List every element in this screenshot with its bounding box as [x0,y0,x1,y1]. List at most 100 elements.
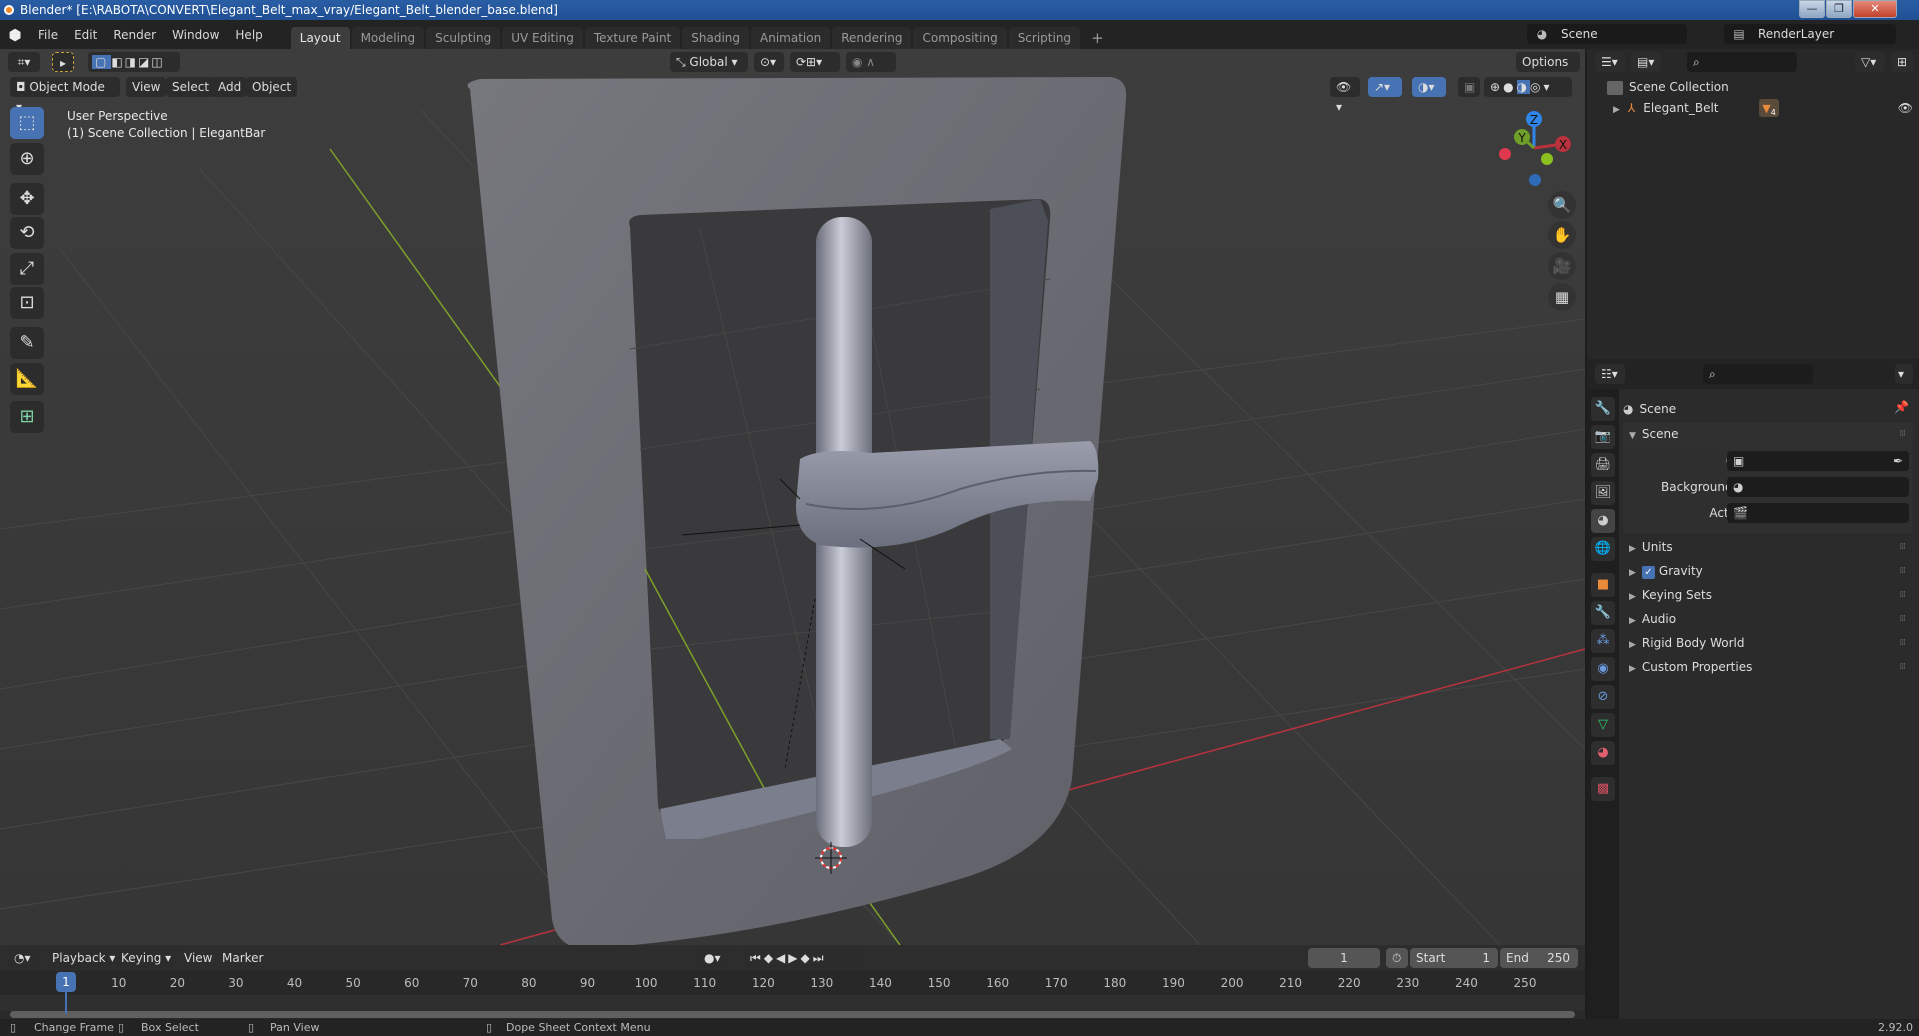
camera-field[interactable]: ▣ ✒ [1727,451,1909,471]
tab-sculpting[interactable]: Sculpting [426,27,501,49]
physics-tab-icon[interactable]: ◉ [1591,657,1615,681]
pan-view-icon[interactable]: ✋ [1548,221,1576,249]
new-collection-button[interactable]: ⊞ [1891,52,1913,72]
outliner-search-input[interactable]: ⌕ [1687,52,1797,72]
menu-window[interactable]: Window [164,28,227,42]
drag-grip-icon[interactable]: ⁞⁞⁞ [1899,536,1906,558]
scene-collection-row[interactable]: Scene Collection [1607,77,1729,97]
visibility-eye-icon[interactable]: 👁 [1898,98,1913,118]
end-frame-field[interactable]: End 250 [1500,948,1578,968]
options-dropdown[interactable]: Options ▾ [1516,52,1580,89]
move-tool[interactable]: ✥ [10,183,44,215]
gravity-panel-header[interactable]: ▶ ✓ Gravity ⁞⁞⁞ [1623,560,1913,582]
output-tab-icon[interactable]: 🖨 [1591,453,1615,477]
transform-tool[interactable]: ⊡ [10,287,44,319]
zoom-view-icon[interactable]: 🔍 [1548,191,1576,219]
custom-properties-panel-header[interactable]: ▶ Custom Properties ⁞⁞⁞ [1623,656,1913,678]
jump-start-icon[interactable]: ⏮ [750,951,764,965]
maximize-button[interactable]: ❐ [1826,0,1852,18]
menu-view[interactable]: View [126,77,167,97]
auto-keying-toggle[interactable]: ●▾ [698,948,730,968]
overlay-toggle[interactable]: ◑▾ [1412,77,1446,97]
outliner-editor-type[interactable]: ☰▾ [1595,52,1625,72]
jump-end-icon[interactable]: ⏭ [813,951,827,965]
view-layer-selector[interactable]: ▤ RenderLayer [1724,24,1896,44]
blender-logo-icon[interactable]: ⬢ [0,26,30,44]
scale-tool[interactable]: ⤢ [10,253,44,285]
data-tab-icon[interactable]: ▽ [1591,713,1615,737]
rotate-tool[interactable]: ⟲ [10,217,44,249]
tab-uv-editing[interactable]: UV Editing [502,27,583,49]
transform-orientation-dropdown[interactable]: ⤡ Global ▾ [670,52,748,72]
xray-toggle[interactable]: ▣ [1458,77,1480,97]
properties-editor-type[interactable]: ☷▾ [1595,364,1625,384]
proportional-editing-toggle[interactable]: ◉ ∧ [846,52,896,72]
constraints-tab-icon[interactable]: ⊘ [1591,685,1615,709]
filter-dropdown[interactable]: ▽▾ [1855,52,1885,72]
properties-options-dropdown[interactable]: ▾ [1895,364,1913,384]
cursor-tool[interactable]: ⊕ [10,143,44,175]
selection-mode-buttons[interactable]: ▢ ◧◨◪◫ [88,52,180,72]
close-button[interactable]: ✕ [1853,0,1897,18]
particles-tab-icon[interactable]: ⁂ [1591,629,1615,653]
render-tab-icon[interactable]: 📷 [1591,425,1615,449]
prev-keyframe-icon[interactable]: ◆ [764,951,776,965]
add-cube-tool[interactable]: ⊞ [10,401,44,433]
drag-grip-icon[interactable]: ⁞⁞⁞ [1899,632,1906,654]
use-preview-range-icon[interactable]: ⏱ [1386,948,1408,968]
gravity-checkbox[interactable]: ✓ [1641,566,1655,579]
next-keyframe-icon[interactable]: ◆ [801,951,813,965]
menu-help[interactable]: Help [227,28,270,42]
rigid-body-world-panel-header[interactable]: ▶ Rigid Body World ⁞⁞⁞ [1623,632,1913,654]
mesh-data-badge[interactable]: ▼4 [1759,99,1779,117]
playback-controls[interactable]: ⏮◆◀▶◆⏭ [744,948,864,968]
properties-search-input[interactable]: ⌕ [1703,364,1813,384]
ortho-toggle-icon[interactable]: ▦ [1548,283,1576,311]
tab-shading[interactable]: Shading [682,27,749,49]
current-frame-field[interactable]: 1 [1308,948,1380,968]
tab-modeling[interactable]: Modeling [351,27,425,49]
units-panel-header[interactable]: ▶ Units ⁞⁞⁞ [1623,536,1913,558]
menu-add[interactable]: Add [212,77,248,97]
active-clip-field[interactable]: 🎬 [1727,503,1909,523]
gizmo-neg-y[interactable] [1541,153,1553,165]
timeline-view-menu[interactable]: View [178,948,218,968]
modifier-tab-icon[interactable]: 🔧 [1591,601,1615,625]
expand-arrow-icon[interactable]: ▶ [1613,105,1620,115]
tab-compositing[interactable]: Compositing [913,27,1007,49]
tab-layout[interactable]: Layout [290,27,350,49]
camera-view-icon[interactable]: 🎥 [1548,252,1576,280]
select-box-tool[interactable]: ⬚ [10,107,44,139]
play-icon[interactable]: ▶ [788,951,800,965]
gizmo-neg-z[interactable] [1529,174,1541,186]
drag-grip-icon[interactable]: ⁞⁞⁞ [1899,423,1906,445]
background-scene-field[interactable]: ◕ [1727,477,1909,497]
menu-object[interactable]: Object [246,77,298,97]
object-tab-icon[interactable]: ■ [1591,573,1615,597]
tab-texture-paint[interactable]: Texture Paint [584,27,681,49]
frame-ruler[interactable]: 1102030405060708090100110120130140150160… [0,971,1585,995]
timeline-scrollbar[interactable] [10,1011,1575,1018]
menu-file[interactable]: File [30,28,66,42]
menu-select[interactable]: Select [166,77,216,97]
tab-scripting[interactable]: Scripting [1008,27,1081,49]
pivot-point-dropdown[interactable]: ⊙▾ [754,52,784,72]
menu-edit[interactable]: Edit [66,28,105,42]
world-tab-icon[interactable]: 🌐 [1591,537,1615,561]
playback-menu[interactable]: Playback ▾ [46,948,122,968]
start-frame-field[interactable]: Start 1 [1410,948,1498,968]
gizmo-neg-x[interactable] [1499,148,1511,160]
snap-toggle[interactable]: ⟳⊞▾ [790,52,840,72]
view-layer-tab-icon[interactable]: 🖼 [1591,481,1615,505]
display-mode-dropdown[interactable]: ▤▾ [1631,52,1661,72]
keying-menu[interactable]: Keying ▾ [115,948,178,968]
material-tab-icon[interactable]: ◕ [1591,741,1615,765]
tab-rendering[interactable]: Rendering [832,27,912,49]
measure-tool[interactable]: 📐 [10,363,44,395]
eyedropper-icon[interactable]: ✒ [1893,451,1903,471]
timeline-editor-type[interactable]: ◔▾ [8,948,38,968]
keyframe-area[interactable] [0,995,1585,1011]
tab-animation[interactable]: Animation [751,27,831,49]
annotate-tool[interactable]: ✎ [10,327,44,359]
wireframe-shading-icon[interactable]: ⊕ [1490,80,1503,94]
